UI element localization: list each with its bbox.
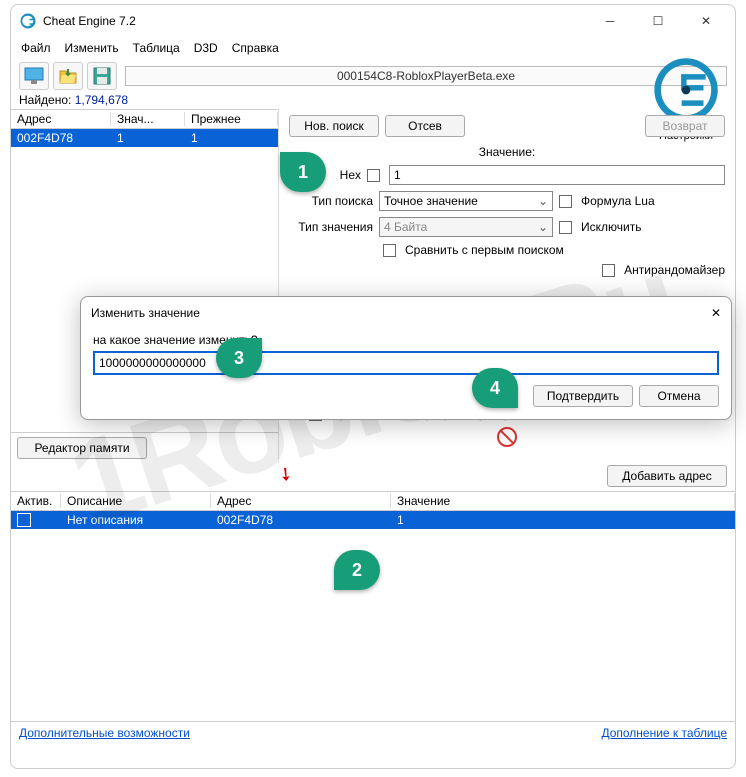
menu-d3d[interactable]: D3D: [194, 41, 218, 55]
cheat-table-row[interactable]: Нет описания 002F4D78 1: [11, 511, 735, 529]
col-address[interactable]: Адрес: [11, 112, 111, 126]
value-type-select[interactable]: 4 Байта ⌄: [379, 217, 553, 237]
maximize-button[interactable]: ☐: [643, 11, 673, 31]
dialog-cancel-button[interactable]: Отмена: [639, 385, 719, 407]
result-row[interactable]: 002F4D78 1 1: [11, 129, 278, 147]
value-type-label: Тип значения: [289, 220, 373, 234]
found-count-row: Найдено: 1,794,678: [11, 93, 735, 109]
minimize-button[interactable]: ─: [595, 11, 625, 31]
compare-first-checkbox[interactable]: [383, 244, 396, 257]
menu-edit[interactable]: Изменить: [65, 41, 119, 55]
exclude-label: Исключить: [581, 220, 641, 234]
dialog-ok-button[interactable]: Подтвердить: [533, 385, 633, 407]
table-extension-link[interactable]: Дополнение к таблице: [601, 726, 727, 740]
new-scan-button[interactable]: Нов. поиск: [289, 115, 379, 137]
row-value: 1: [391, 513, 410, 527]
callout-2: 2: [334, 550, 380, 590]
exclude-checkbox[interactable]: [559, 221, 572, 234]
toolbar: 000154C8-RobloxPlayerBeta.exe: [11, 59, 735, 93]
next-scan-button[interactable]: Отсев: [385, 115, 465, 137]
dialog-titlebar: Изменить значение ✕: [81, 297, 731, 329]
process-display[interactable]: 000154C8-RobloxPlayerBeta.exe: [125, 66, 727, 86]
col-previous[interactable]: Прежнее: [185, 112, 278, 126]
compare-first-label: Сравнить с первым поиском: [405, 243, 564, 257]
dialog-value-input[interactable]: [93, 351, 719, 375]
open-process-button[interactable]: [19, 62, 49, 90]
chevron-down-icon: ⌄: [538, 220, 548, 234]
value-input[interactable]: [389, 165, 725, 185]
value-type-value: 4 Байта: [384, 220, 427, 234]
folder-open-icon: [58, 67, 78, 85]
dialog-title: Изменить значение: [91, 306, 200, 320]
cheat-table-header: Актив. Описание Адрес Значение: [11, 491, 735, 511]
found-label: Найдено:: [19, 93, 71, 107]
chevron-down-icon: ⌄: [538, 194, 548, 208]
row-address: 002F4D78: [211, 513, 391, 527]
footer: Дополнительные возможности Дополнение к …: [11, 721, 735, 743]
menu-file[interactable]: Файл: [21, 41, 51, 55]
callout-3: 3: [216, 338, 262, 378]
scan-type-value: Точное значение: [384, 194, 478, 208]
scan-type-select[interactable]: Точное значение ⌄: [379, 191, 553, 211]
menu-help[interactable]: Справка: [232, 41, 279, 55]
found-count: 1,794,678: [75, 93, 128, 107]
cheat-table-body[interactable]: Нет описания 002F4D78 1: [11, 511, 735, 721]
monitor-icon: [24, 67, 44, 85]
col-address[interactable]: Адрес: [211, 494, 391, 508]
dialog-prompt: на какое значение изменить?: [93, 333, 719, 347]
floppy-icon: [93, 67, 111, 85]
lua-formula-checkbox[interactable]: [559, 195, 572, 208]
antirandomizer-checkbox[interactable]: [602, 264, 615, 277]
menu-table[interactable]: Таблица: [133, 41, 180, 55]
row-active-checkbox[interactable]: [17, 513, 31, 527]
memory-editor-button[interactable]: Редактор памяти: [17, 437, 147, 459]
row-prev: 1: [185, 131, 204, 145]
open-file-button[interactable]: [53, 62, 83, 90]
window-controls: ─ ☐ ✕: [595, 11, 727, 31]
col-active[interactable]: Актив.: [11, 494, 61, 508]
callout-1: 1: [280, 152, 326, 192]
col-value[interactable]: Знач...: [111, 112, 185, 126]
stop-icon: [497, 427, 517, 447]
process-name: 000154C8-RobloxPlayerBeta.exe: [337, 69, 515, 83]
app-icon: [19, 12, 37, 30]
titlebar: Cheat Engine 7.2 ─ ☐ ✕: [11, 5, 735, 37]
row-value: 1: [111, 131, 185, 145]
menubar: Файл Изменить Таблица D3D Справка: [11, 37, 735, 59]
dialog-close-button[interactable]: ✕: [711, 306, 721, 320]
change-value-dialog: Изменить значение ✕ на какое значение из…: [80, 296, 732, 420]
row-desc: Нет описания: [61, 513, 211, 527]
row-address: 002F4D78: [11, 131, 111, 145]
window-title: Cheat Engine 7.2: [43, 14, 595, 28]
value-label: Значение:: [479, 145, 536, 159]
undo-scan-button[interactable]: Возврат: [645, 115, 725, 137]
result-list-header: Адрес Знач... Прежнее: [11, 109, 278, 129]
col-value[interactable]: Значение: [391, 494, 735, 508]
col-desc[interactable]: Описание: [61, 494, 211, 508]
save-button[interactable]: [87, 62, 117, 90]
close-button[interactable]: ✕: [691, 11, 721, 31]
lua-formula-label: Формула Lua: [581, 194, 655, 208]
hex-checkbox[interactable]: [367, 169, 380, 182]
callout-4: 4: [472, 368, 518, 408]
add-address-button[interactable]: Добавить адрес: [607, 465, 727, 487]
antirandomizer-label: Антирандомайзер: [624, 263, 725, 277]
scan-type-label: Тип поиска: [289, 194, 373, 208]
advanced-options-link[interactable]: Дополнительные возможности: [19, 726, 190, 740]
